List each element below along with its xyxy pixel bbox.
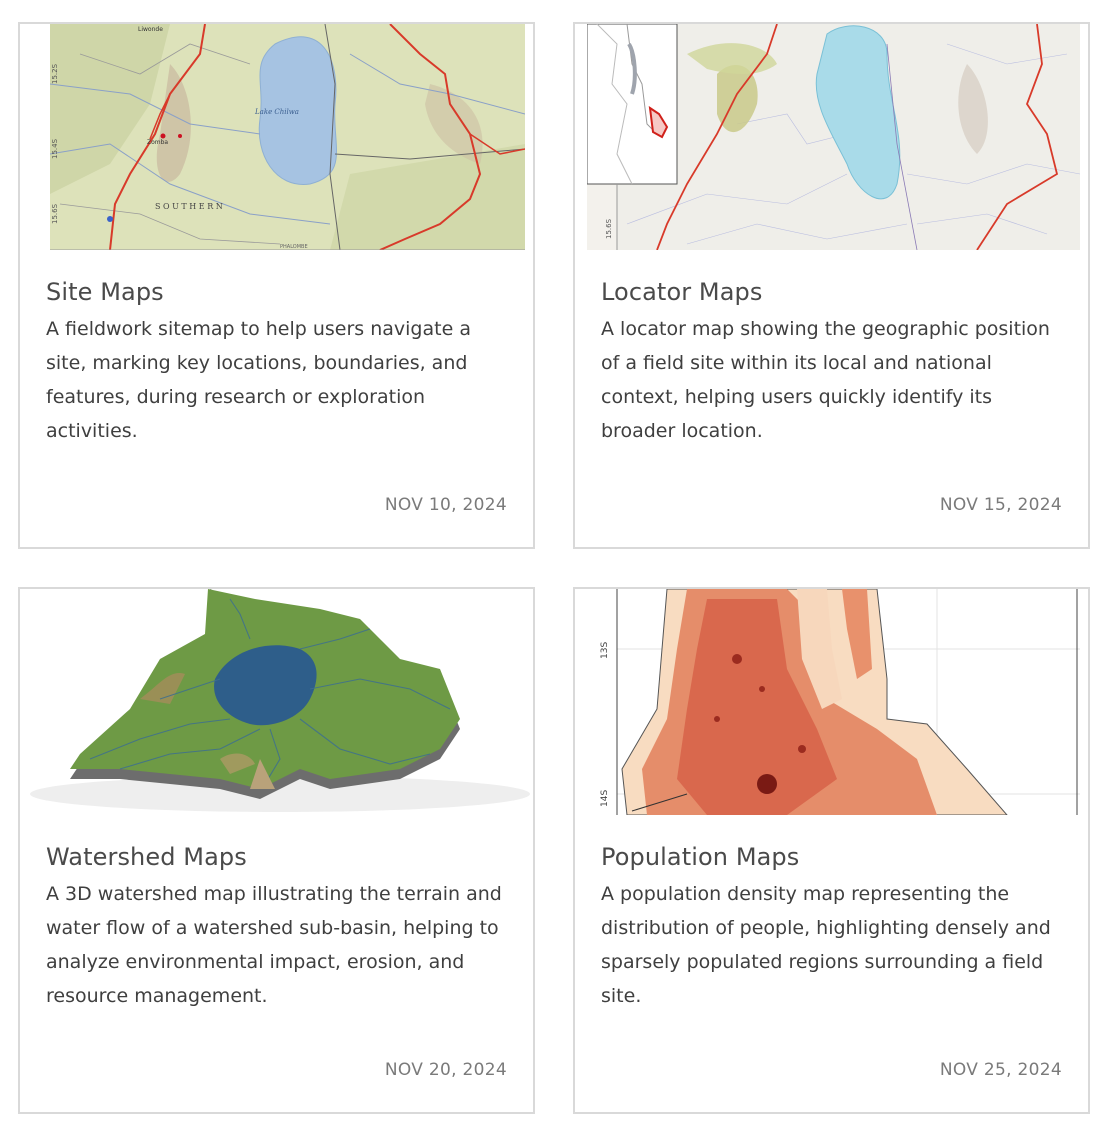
town-label: Zomba [147, 139, 168, 146]
card-description: A population density map representing th… [601, 883, 1051, 1007]
place-label-2: PHALOMBE [280, 244, 308, 250]
site-map-thumbnail[interactable]: 15.2S 15.4S 15.6S Lake Chilwa S O U T H … [50, 24, 525, 250]
lat-label: 15.6S [605, 218, 613, 239]
lat-label-3: 15.6S [51, 203, 59, 224]
card-date: NOV 25, 2024 [939, 1060, 1062, 1080]
card-date: NOV 10, 2024 [384, 495, 507, 515]
population-map-image: 13S 14S [587, 589, 1080, 815]
card-title[interactable]: Population Maps [601, 843, 799, 871]
card-population-maps[interactable]: 13S 14S Population Maps A population den… [573, 587, 1090, 1114]
card-watershed-maps[interactable]: Watershed Maps A 3D watershed map illust… [18, 587, 535, 1114]
card-date: NOV 20, 2024 [384, 1060, 507, 1080]
card-description: A 3D watershed map illustrating the terr… [46, 883, 502, 1007]
card-title[interactable]: Locator Maps [601, 278, 762, 306]
locator-map-thumbnail[interactable]: 15.6S [587, 24, 1080, 250]
card-site-maps[interactable]: 15.2S 15.4S 15.6S Lake Chilwa S O U T H … [18, 22, 535, 549]
site-map-image: 15.2S 15.4S 15.6S Lake Chilwa S O U T H … [50, 24, 525, 250]
locator-map-image: 15.6S [587, 24, 1080, 250]
population-map-thumbnail[interactable]: 13S 14S [587, 589, 1080, 815]
watershed-map-image [20, 589, 533, 815]
card-grid: 15.2S 15.4S 15.6S Lake Chilwa S O U T H … [18, 22, 1090, 1114]
lat-label-14s: 14S [600, 790, 610, 807]
lat-label-13s: 13S [600, 642, 610, 659]
lat-label-1: 15.2S [51, 63, 59, 84]
card-locator-maps[interactable]: 15.6S Locator Maps A locator map showing… [573, 22, 1090, 549]
lat-label-2: 15.4S [51, 138, 59, 159]
lake-label: Lake Chilwa [254, 108, 299, 116]
place-label-1: Liwonde [138, 26, 163, 33]
card-date: NOV 15, 2024 [939, 495, 1062, 515]
card-title[interactable]: Watershed Maps [46, 843, 247, 871]
card-description: A locator map showing the geographic pos… [601, 318, 1050, 442]
watershed-map-thumbnail[interactable] [20, 589, 533, 815]
card-title[interactable]: Site Maps [46, 278, 164, 306]
region-label: S O U T H E R N [155, 202, 223, 211]
card-description: A fieldwork sitemap to help users naviga… [46, 318, 471, 442]
